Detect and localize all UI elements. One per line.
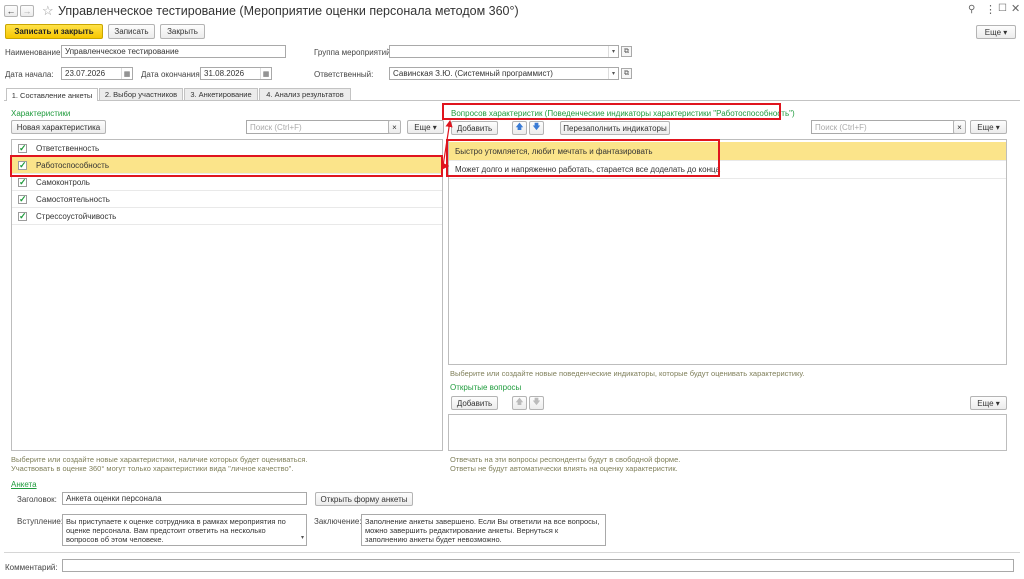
comment-field[interactable]	[62, 559, 1014, 572]
scroll-down-icon[interactable]: ▾	[301, 534, 304, 543]
conclusion-value: Заполнение анкеты завершено. Если Вы отв…	[365, 517, 600, 544]
intro-value: Вы приступаете к оценке сотрудника в рам…	[66, 517, 286, 544]
intro-field[interactable]: Вы приступаете к оценке сотрудника в рам…	[62, 514, 307, 546]
survey-header-label: Заголовок:	[17, 495, 57, 504]
intro-label: Вступление:	[17, 517, 64, 526]
survey-link[interactable]: Анкета	[11, 480, 37, 489]
comment-label: Комментарий:	[5, 563, 58, 572]
conclusion-field[interactable]: Заполнение анкеты завершено. Если Вы отв…	[361, 514, 606, 546]
divider	[4, 552, 1020, 553]
conclusion-label: Заключение:	[314, 517, 362, 526]
open-survey-form-button[interactable]: Открыть форму анкеты	[315, 492, 413, 506]
survey-header-field[interactable]: Анкета оценки персонала	[62, 492, 307, 505]
